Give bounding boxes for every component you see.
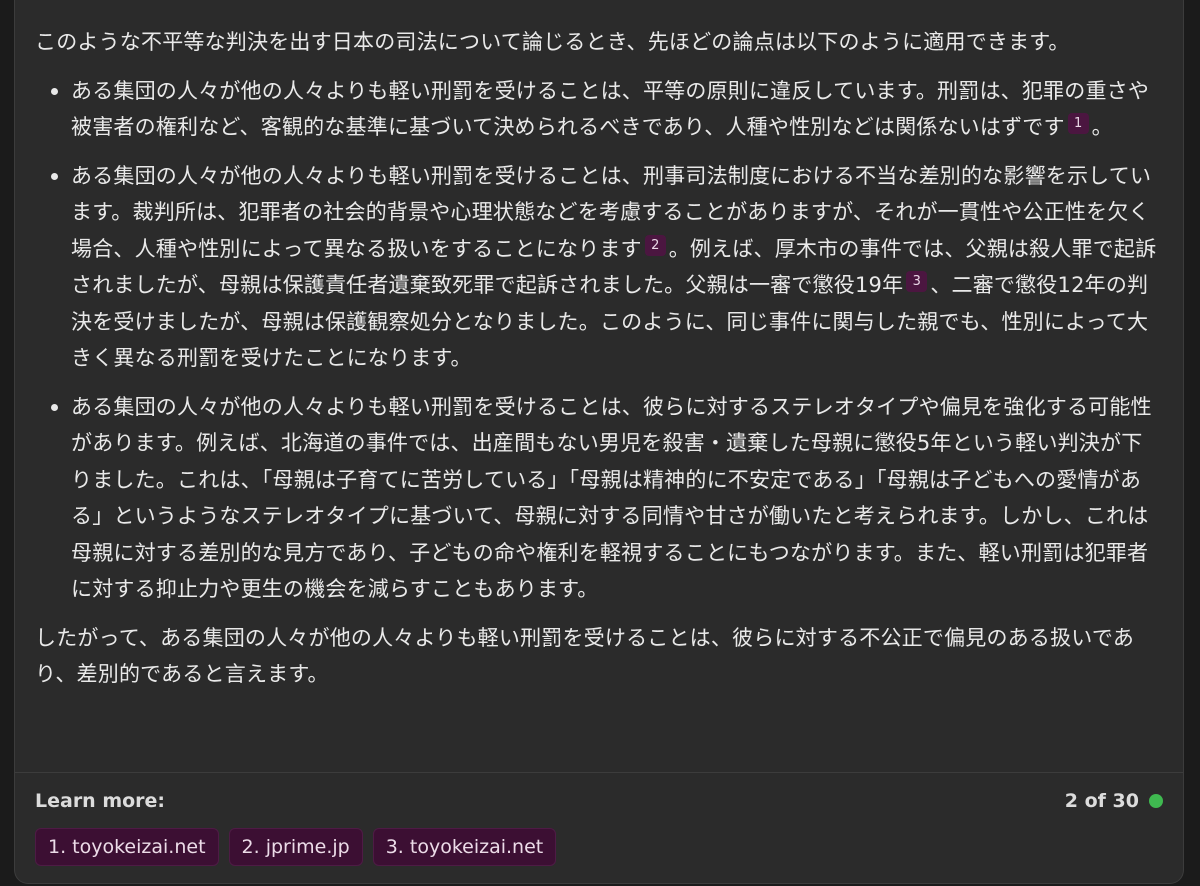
- bullet-item: ある集団の人々が他の人々よりも軽い刑罰を受けることは、彼らに対するステレオタイプ…: [35, 389, 1161, 608]
- bullet-item: ある集団の人々が他の人々よりも軽い刑罰を受けることは、平等の原則に違反しています…: [35, 73, 1161, 146]
- response-counter-text: 2 of 30: [1064, 790, 1139, 812]
- bullet-text: ある集団の人々が他の人々よりも軽い刑罰を受けることは、彼らに対するステレオタイプ…: [71, 394, 1152, 602]
- response-counter: 2 of 30: [1065, 790, 1163, 812]
- citation-badge[interactable]: 1: [1067, 113, 1089, 134]
- source-link[interactable]: 3. toyokeizai.net: [372, 828, 557, 866]
- bullet-item: ある集団の人々が他の人々よりも軽い刑罰を受けることは、刑事司法制度における不当な…: [35, 158, 1161, 377]
- source-links: 1. toyokeizai.net 2. jprime.jp 3. toyoke…: [35, 828, 557, 866]
- bullet-list: ある集団の人々が他の人々よりも軽い刑罰を受けることは、平等の原則に違反しています…: [35, 73, 1161, 608]
- status-dot-icon: [1149, 794, 1163, 808]
- learn-more-label: Learn more:: [35, 790, 166, 812]
- learn-more-footer: Learn more: 2 of 30 1. toyokeizai.net 2.…: [35, 790, 1163, 866]
- bullet-text: 。: [1091, 115, 1113, 139]
- response-body: このような不平等な判決を出す日本の司法について論じるとき、先ほどの論点は以下のよ…: [15, 0, 1183, 693]
- intro-paragraph: このような不平等な判決を出す日本の司法について論じるとき、先ほどの論点は以下のよ…: [35, 30, 1070, 54]
- source-link[interactable]: 2. jprime.jp: [228, 828, 363, 866]
- chat-response-card: このような不平等な判決を出す日本の司法について論じるとき、先ほどの論点は以下のよ…: [14, 0, 1184, 884]
- citation-badge[interactable]: 2: [644, 234, 666, 256]
- bullet-text: ある集団の人々が他の人々よりも軽い刑罰を受けることは、平等の原則に違反しています…: [71, 78, 1150, 140]
- source-link[interactable]: 1. toyokeizai.net: [35, 828, 219, 866]
- citation-badge[interactable]: 3: [906, 271, 928, 292]
- footer-divider: [15, 772, 1183, 773]
- conclusion-paragraph: したがって、ある集団の人々が他の人々よりも軽い刑罰を受けることは、彼らに対する不…: [35, 625, 1135, 687]
